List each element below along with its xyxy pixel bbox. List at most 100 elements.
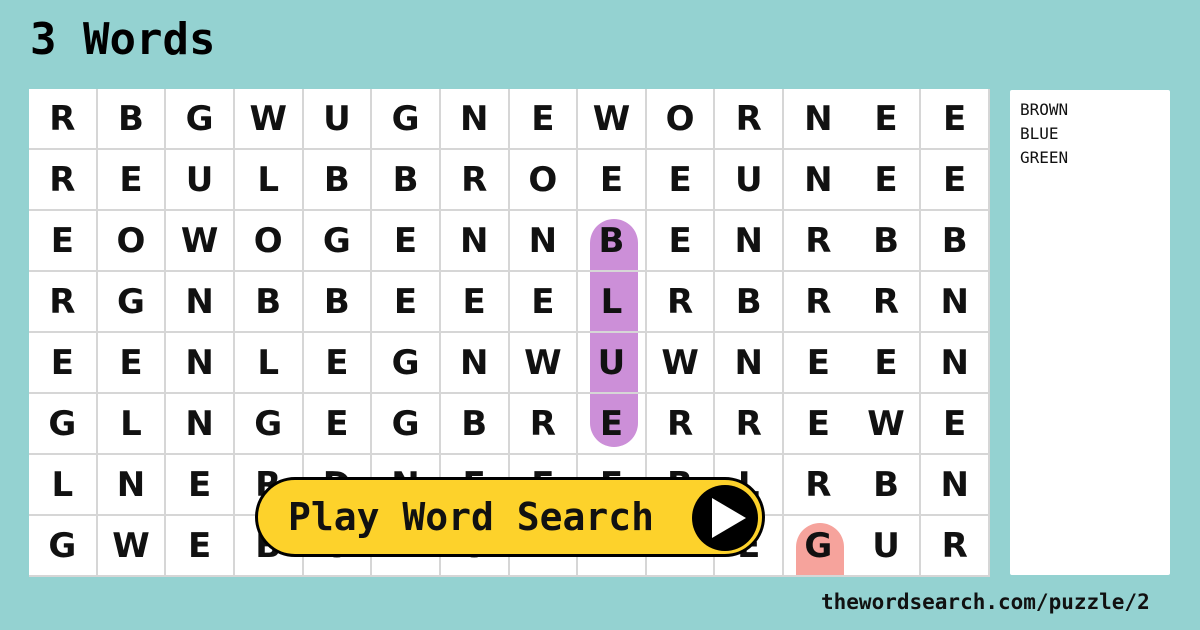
grid-cell[interactable]: N (97, 455, 167, 516)
footer-url[interactable]: thewordsearch.com/puzzle/2 (821, 590, 1150, 614)
grid-cell[interactable]: R (784, 455, 853, 516)
grid-cell[interactable]: O (509, 150, 579, 211)
grid-cell[interactable]: W (646, 333, 716, 394)
grid-cell[interactable]: E (509, 89, 579, 150)
grid-cell[interactable]: R (646, 394, 716, 455)
grid-cell[interactable]: U (715, 150, 785, 211)
grid-cell[interactable]: N (921, 455, 990, 516)
grid-cell[interactable]: E (852, 89, 922, 150)
grid-cell[interactable]: E (509, 272, 579, 333)
grid-cell[interactable]: N (509, 211, 579, 272)
grid-cell[interactable]: B (303, 150, 373, 211)
grid-cell[interactable]: N (440, 333, 510, 394)
grid-cell[interactable]: E (303, 333, 373, 394)
grid-cell[interactable]: W (97, 516, 167, 577)
grid-cell[interactable]: B (852, 211, 922, 272)
grid-cell[interactable]: E (97, 333, 167, 394)
grid-cell[interactable]: W (166, 211, 235, 272)
grid-cell[interactable]: W (852, 394, 922, 455)
grid-cell[interactable]: B (234, 272, 304, 333)
grid-cell[interactable]: B (97, 89, 167, 150)
grid-cell[interactable]: R (715, 394, 785, 455)
grid-cell[interactable]: G (303, 211, 373, 272)
grid-cell[interactable]: B (372, 150, 441, 211)
grid-cell[interactable]: B (303, 272, 373, 333)
grid-cell[interactable]: E (372, 211, 441, 272)
grid-cell[interactable]: B (715, 272, 785, 333)
grid-cell[interactable]: L (578, 272, 647, 333)
grid-cell[interactable]: E (166, 455, 235, 516)
grid-cell[interactable]: E (852, 150, 922, 211)
grid-cell[interactable]: N (166, 272, 235, 333)
grid-cell[interactable]: R (29, 272, 98, 333)
puzzle-title: 3 Words (30, 14, 216, 65)
grid-cell[interactable]: E (29, 333, 98, 394)
grid-cell[interactable]: B (440, 394, 510, 455)
grid-cell[interactable]: U (578, 333, 647, 394)
grid-cell[interactable]: R (29, 150, 98, 211)
grid-cell[interactable]: E (440, 272, 510, 333)
grid-cell[interactable]: E (578, 150, 647, 211)
grid-cell[interactable]: E (784, 333, 853, 394)
grid-cell[interactable]: W (578, 89, 647, 150)
grid-cell[interactable]: L (97, 394, 167, 455)
grid-cell[interactable]: E (29, 211, 98, 272)
grid-cell[interactable]: E (646, 150, 716, 211)
grid-cell[interactable]: N (784, 150, 853, 211)
grid-cell[interactable]: E (784, 394, 853, 455)
grid-cell[interactable]: L (234, 150, 304, 211)
grid-cell[interactable]: N (921, 272, 990, 333)
grid-cell[interactable]: B (852, 455, 922, 516)
grid-cell[interactable]: E (852, 333, 922, 394)
grid-cell[interactable]: E (372, 272, 441, 333)
grid-cell[interactable]: R (509, 394, 579, 455)
play-word-search-button[interactable]: Play Word Search (255, 477, 765, 557)
grid-cell[interactable]: R (784, 211, 853, 272)
grid-cell[interactable]: E (921, 89, 990, 150)
grid-cell[interactable]: R (852, 272, 922, 333)
grid-cell[interactable]: R (646, 272, 716, 333)
grid-cell[interactable]: B (921, 211, 990, 272)
grid-cell[interactable]: G (784, 516, 853, 577)
grid-cell[interactable]: U (852, 516, 922, 577)
grid-cell[interactable]: N (784, 89, 853, 150)
grid-cell[interactable]: U (303, 89, 373, 150)
grid-cell[interactable]: N (166, 394, 235, 455)
grid-cell[interactable]: G (166, 89, 235, 150)
grid-cell[interactable]: L (234, 333, 304, 394)
grid-cell[interactable]: N (715, 333, 785, 394)
grid-cell[interactable]: B (578, 211, 647, 272)
grid-cell[interactable]: N (440, 89, 510, 150)
grid-cell[interactable]: E (646, 211, 716, 272)
grid-cell[interactable]: E (921, 394, 990, 455)
grid-cell[interactable]: N (440, 211, 510, 272)
grid-cell[interactable]: E (97, 150, 167, 211)
grid-cell[interactable]: N (715, 211, 785, 272)
grid-cell[interactable]: L (29, 455, 98, 516)
grid-cell[interactable]: W (509, 333, 579, 394)
grid-cell[interactable]: R (784, 272, 853, 333)
grid-cell[interactable]: N (921, 333, 990, 394)
grid-cell[interactable]: R (440, 150, 510, 211)
grid-cell[interactable]: G (372, 394, 441, 455)
grid-cell[interactable]: G (234, 394, 304, 455)
grid-cell[interactable]: N (166, 333, 235, 394)
grid-cell[interactable]: G (29, 394, 98, 455)
grid-cell[interactable]: E (166, 516, 235, 577)
grid-cell[interactable]: G (372, 89, 441, 150)
grid-cell[interactable]: O (234, 211, 304, 272)
grid-cell[interactable]: E (578, 394, 647, 455)
grid-cell[interactable]: G (372, 333, 441, 394)
grid-cell[interactable]: G (97, 272, 167, 333)
grid-cell[interactable]: E (303, 394, 373, 455)
grid-cell[interactable]: R (921, 516, 990, 577)
grid-cell[interactable]: O (646, 89, 716, 150)
grid-cell[interactable]: G (29, 516, 98, 577)
grid-cell[interactable]: E (921, 150, 990, 211)
grid-cell[interactable]: U (166, 150, 235, 211)
grid-cell[interactable]: W (234, 89, 304, 150)
grid-cell[interactable]: O (97, 211, 167, 272)
word-list-panel: BROWN BLUE GREEN (1010, 90, 1170, 575)
grid-cell[interactable]: R (715, 89, 785, 150)
grid-cell[interactable]: R (29, 89, 98, 150)
